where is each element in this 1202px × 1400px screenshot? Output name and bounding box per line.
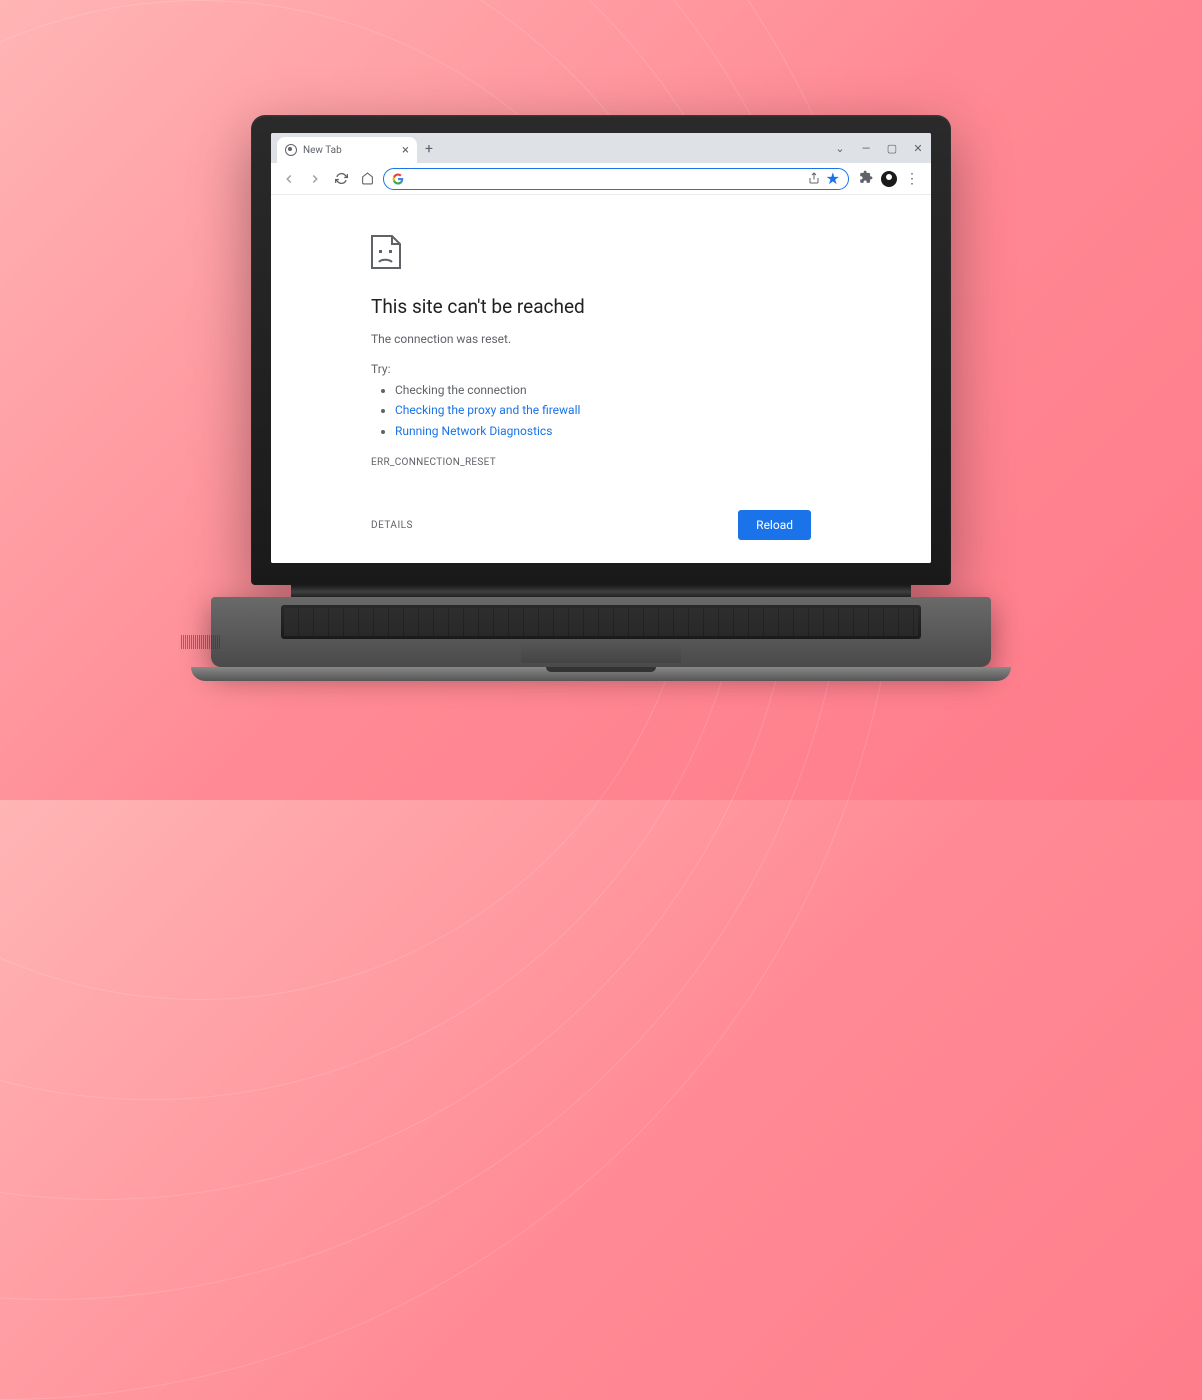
url-input[interactable] (410, 172, 802, 185)
vent (181, 635, 221, 649)
address-bar[interactable]: ★ (383, 168, 849, 190)
laptop-base (251, 597, 951, 687)
suggestion-list: Checking the connection Checking the pro… (371, 380, 931, 441)
error-page: This site can't be reached The connectio… (271, 195, 931, 563)
keyboard (281, 605, 921, 639)
error-subtitle: The connection was reset. (371, 332, 931, 346)
menu-button[interactable]: ⋮ (905, 171, 919, 187)
extensions-icon[interactable] (859, 170, 873, 188)
laptop-frame: New Tab × + ⌄ ― ▢ ✕ (251, 115, 951, 687)
sad-file-icon (371, 235, 931, 273)
window-minimize-icon[interactable]: ― (859, 141, 873, 155)
window-close-icon[interactable]: ✕ (911, 141, 925, 155)
tab-strip: New Tab × + ⌄ ― ▢ ✕ (271, 133, 931, 163)
error-title: This site can't be reached (371, 295, 931, 318)
window-maximize-icon[interactable]: ▢ (885, 141, 899, 155)
reload-icon-button[interactable] (331, 169, 351, 189)
suggestion-link-diagnostics[interactable]: Running Network Diagnostics (395, 424, 552, 438)
browser-toolbar: ★ ⋮ (271, 163, 931, 195)
details-button[interactable]: DETAILS (371, 520, 413, 531)
tab-title: New Tab (303, 145, 342, 156)
profile-avatar[interactable] (881, 171, 897, 187)
browser-tab[interactable]: New Tab × (277, 137, 417, 163)
caret-down-icon[interactable]: ⌄ (833, 141, 847, 155)
bookmark-star-icon[interactable]: ★ (826, 169, 840, 188)
reload-button[interactable]: Reload (738, 510, 811, 540)
error-code: ERR_CONNECTION_RESET (371, 457, 931, 468)
share-icon[interactable] (808, 169, 820, 188)
new-tab-button[interactable]: + (425, 141, 433, 157)
suggestion-item: Checking the connection (395, 380, 931, 400)
forward-button[interactable] (305, 169, 325, 189)
suggestion-link-proxy[interactable]: Checking the proxy and the firewall (395, 403, 580, 417)
tab-favicon-icon (285, 144, 297, 156)
try-label: Try: (371, 362, 931, 376)
home-button[interactable] (357, 169, 377, 189)
google-icon (392, 173, 404, 185)
tab-close-icon[interactable]: × (402, 143, 409, 158)
trackpad (521, 643, 681, 663)
browser-window: New Tab × + ⌄ ― ▢ ✕ (271, 133, 931, 563)
back-button[interactable] (279, 169, 299, 189)
screen-bezel: New Tab × + ⌄ ― ▢ ✕ (251, 115, 951, 585)
